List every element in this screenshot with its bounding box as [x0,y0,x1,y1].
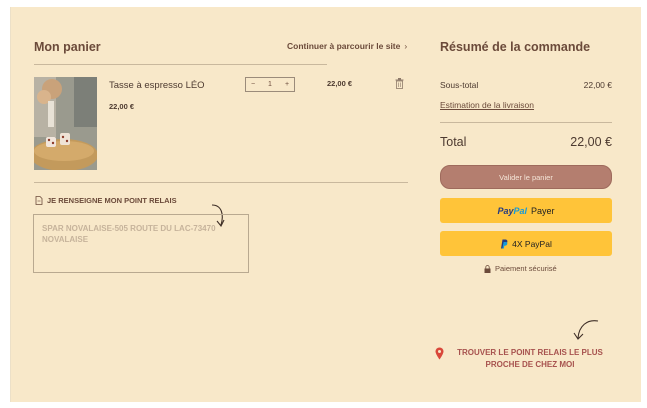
lock-icon [484,264,491,273]
document-icon [35,196,43,205]
relay-point-label-text: JE RENSEIGNE MON POINT RELAIS [47,196,177,205]
arrow-icon [573,320,599,340]
paypal-4x-button[interactable]: 4X PayPal [440,231,612,256]
continue-shopping-label: Continuer à parcourir le site [287,41,401,51]
paypal-button-label: Payer [531,205,555,216]
minus-icon[interactable]: − [246,81,260,88]
panel-border [10,7,11,402]
product-photo [34,77,97,170]
secure-payment-note: Paiement sécurisé [484,264,557,273]
paypal-logo-icon: Pay [497,205,514,216]
cart-title: Mon panier [34,40,101,54]
subtotal-label: Sous-total [440,80,479,90]
paypal-logo-text: Pal [513,205,527,216]
relay-point-label: JE RENSEIGNE MON POINT RELAIS [35,196,177,205]
trash-icon[interactable] [395,78,404,89]
subtotal-value: 22,00 € [583,80,612,90]
continue-shopping-link[interactable]: Continuer à parcourir le site › [287,41,407,51]
find-relay-point-link[interactable]: TROUVER LE POINT RELAIS LE PLUS PROCHE D… [435,347,615,371]
line-total: 22,00 € [327,79,353,88]
summary-title: Résumé de la commande [440,40,591,54]
product-thumbnail[interactable] [34,77,97,170]
divider [440,122,612,123]
relay-point-address: SPAR NOVALAISE-505 ROUTE DU LAC-73470 NO… [42,224,216,244]
location-pin-icon [435,347,444,360]
total-label: Total [440,135,467,149]
plus-icon[interactable]: + [280,81,294,88]
paypal-4x-label: 4X PayPal [512,238,552,249]
chevron-right-icon: › [404,41,408,51]
find-relay-point-label: TROUVER LE POINT RELAIS LE PLUS PROCHE D… [457,348,603,369]
paypal-logo-icon [501,239,508,248]
product-name[interactable]: Tasse à espresso LÉO [109,80,205,91]
product-unit-price: 22,00 € [109,102,135,111]
divider [34,64,327,65]
validate-cart-button[interactable]: Valider le panier [440,165,612,189]
paypal-button[interactable]: Pay Pal Payer [440,198,612,223]
checkout-panel: Mon panier Continuer à parcourir le site… [10,7,641,402]
total-value: 22,00 € [570,135,612,149]
shipping-estimate-link[interactable]: Estimation de la livraison [440,100,534,110]
divider [34,182,408,183]
quantity-stepper[interactable]: − 1 + [245,77,295,92]
quantity-value[interactable]: 1 [263,81,277,88]
secure-payment-label: Paiement sécurisé [495,264,557,273]
